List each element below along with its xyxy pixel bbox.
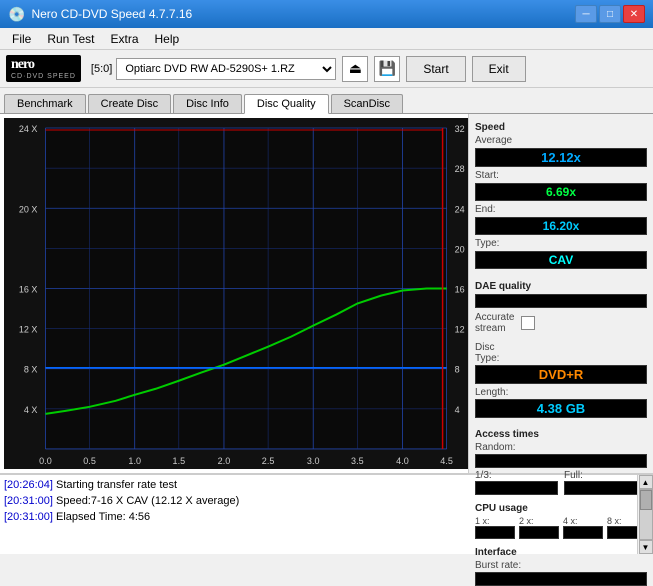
disc-section: Disc Type: DVD+R Length: 4.38 GB	[475, 342, 647, 421]
svg-text:4 X: 4 X	[24, 405, 38, 415]
title-bar-left: 💿 Nero CD-DVD Speed 4.7.7.16	[8, 6, 192, 23]
drive-label: [5:0]	[91, 63, 112, 75]
eject-button[interactable]: ⏏	[342, 56, 368, 82]
dae-title: DAE quality	[475, 281, 647, 292]
accurate-label: Accurate stream	[475, 312, 514, 334]
type-value: CAV	[475, 251, 647, 269]
random-value	[475, 454, 647, 468]
scroll-track[interactable]	[639, 489, 653, 540]
start-label: Start:	[475, 170, 499, 181]
menu-run-test[interactable]: Run Test	[39, 28, 102, 49]
log-content: [20:26:04] Starting transfer rate test […	[0, 475, 637, 554]
exit-button[interactable]: Exit	[472, 56, 526, 82]
menu-extra[interactable]: Extra	[102, 28, 146, 49]
tab-disc-quality[interactable]: Disc Quality	[244, 94, 329, 114]
window-controls: ─ □ ✕	[575, 5, 645, 23]
scroll-thumb[interactable]	[640, 490, 652, 510]
log-entry-2: [20:31:00] Elapsed Time: 4:56	[4, 509, 633, 525]
svg-text:4: 4	[455, 405, 460, 415]
tabs: Benchmark Create Disc Disc Info Disc Qua…	[0, 88, 653, 114]
dae-value	[475, 294, 647, 308]
svg-text:16 X: 16 X	[19, 284, 38, 294]
svg-text:32: 32	[455, 124, 465, 134]
maximize-button[interactable]: □	[599, 5, 621, 23]
svg-text:1.0: 1.0	[128, 456, 141, 466]
tab-scandisc[interactable]: ScanDisc	[331, 94, 403, 113]
svg-text:8 X: 8 X	[24, 365, 38, 375]
svg-text:12 X: 12 X	[19, 325, 38, 335]
svg-text:24: 24	[455, 204, 465, 214]
speed-chart: 24 X 20 X 16 X 12 X 8 X 4 X 32 28 24 20 …	[4, 118, 468, 469]
disc-length-label: Length:	[475, 387, 647, 398]
accurate-row: Accurate stream	[475, 312, 647, 334]
toolbar: nero CD·DVD SPEED [5:0] Optiarc DVD RW A…	[0, 50, 653, 88]
disc-type-value: DVD+R	[475, 365, 647, 384]
svg-text:4.5: 4.5	[440, 456, 453, 466]
log-entry-0: [20:26:04] Starting transfer rate test	[4, 477, 633, 493]
start-row: Start:	[475, 170, 647, 181]
disc-length-value: 4.38 GB	[475, 399, 647, 418]
nero-sub-logo: CD·DVD SPEED	[11, 73, 76, 80]
tab-benchmark[interactable]: Benchmark	[4, 94, 86, 113]
log-area: [20:26:04] Starting transfer rate test […	[0, 474, 653, 554]
svg-text:4.0: 4.0	[396, 456, 409, 466]
end-label: End:	[475, 204, 496, 215]
drive-dropdown[interactable]: Optiarc DVD RW AD-5290S+ 1.RZ	[116, 58, 336, 80]
svg-text:3.0: 3.0	[307, 456, 320, 466]
menu-bar: File Run Test Extra Help	[0, 28, 653, 50]
speed-section: Speed Average 12.12x Start: 6.69x End: 1…	[475, 118, 647, 273]
svg-text:12: 12	[455, 325, 465, 335]
burst-label: Burst rate:	[475, 560, 647, 571]
type-label: Type:	[475, 238, 647, 249]
svg-text:2.5: 2.5	[262, 456, 275, 466]
scroll-up-button[interactable]: ▲	[639, 475, 653, 489]
svg-text:16: 16	[455, 284, 465, 294]
burst-value	[475, 572, 647, 586]
svg-text:20: 20	[455, 244, 465, 254]
svg-text:8: 8	[455, 365, 460, 375]
svg-text:1.5: 1.5	[173, 456, 186, 466]
start-value: 6.69x	[475, 183, 647, 201]
save-button[interactable]: 💾	[374, 56, 400, 82]
start-button[interactable]: Start	[406, 56, 465, 82]
close-button[interactable]: ✕	[623, 5, 645, 23]
log-scrollbar: ▲ ▼	[637, 475, 653, 554]
chart-container: 24 X 20 X 16 X 12 X 8 X 4 X 32 28 24 20 …	[4, 118, 468, 469]
svg-text:20 X: 20 X	[19, 204, 38, 214]
access-title: Access times	[475, 429, 647, 440]
scroll-down-button[interactable]: ▼	[639, 540, 653, 554]
average-label: Average	[475, 135, 647, 146]
end-row: End:	[475, 204, 647, 215]
menu-file[interactable]: File	[4, 28, 39, 49]
svg-text:24 X: 24 X	[19, 124, 38, 134]
random-label: Random:	[475, 442, 647, 453]
right-panel: Speed Average 12.12x Start: 6.69x End: 1…	[468, 114, 653, 473]
svg-text:2.0: 2.0	[218, 456, 231, 466]
nero-logo: nero CD·DVD SPEED	[6, 55, 81, 82]
main-content: 24 X 20 X 16 X 12 X 8 X 4 X 32 28 24 20 …	[0, 114, 653, 474]
title-bar: 💿 Nero CD-DVD Speed 4.7.7.16 ─ □ ✕	[0, 0, 653, 28]
end-value: 16.20x	[475, 217, 647, 235]
menu-help[interactable]: Help	[147, 28, 188, 49]
app-title: Nero CD-DVD Speed 4.7.7.16	[31, 7, 192, 21]
disc-type-label: Disc Type:	[475, 342, 647, 364]
dae-section: DAE quality Accurate stream	[475, 277, 647, 338]
tab-disc-info[interactable]: Disc Info	[173, 94, 242, 113]
tab-create-disc[interactable]: Create Disc	[88, 94, 171, 113]
drive-selector: [5:0] Optiarc DVD RW AD-5290S+ 1.RZ	[91, 58, 336, 80]
svg-text:0.5: 0.5	[83, 456, 96, 466]
speed-title: Speed	[475, 122, 647, 133]
minimize-button[interactable]: ─	[575, 5, 597, 23]
log-entry-1: [20:31:00] Speed:7-16 X CAV (12.12 X ave…	[4, 493, 633, 509]
svg-text:28: 28	[455, 164, 465, 174]
svg-text:0.0: 0.0	[39, 456, 52, 466]
accurate-stream-checkbox[interactable]	[521, 316, 535, 330]
svg-text:3.5: 3.5	[351, 456, 364, 466]
average-value: 12.12x	[475, 148, 647, 167]
